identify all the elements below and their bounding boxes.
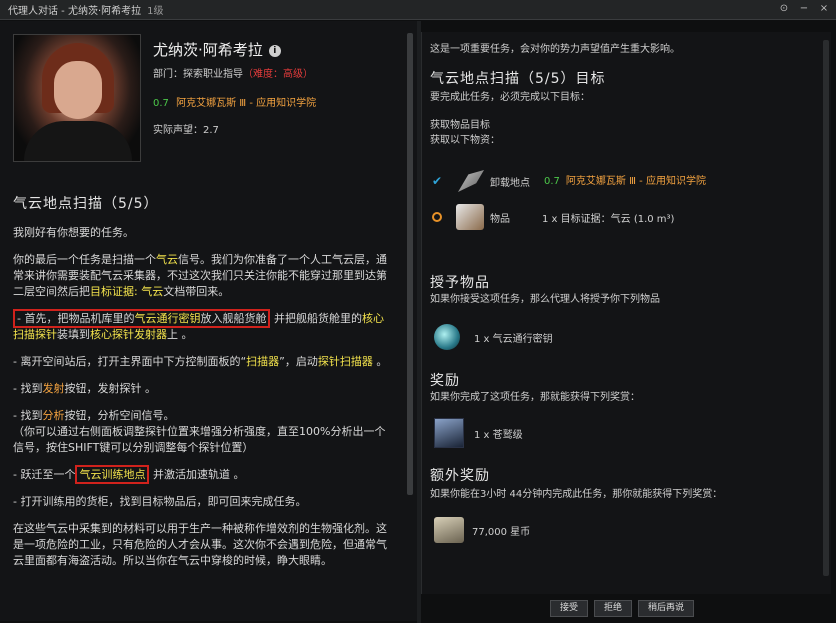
window-title: 代理人对话 - 尤纳茨·阿希考拉 1级 [8,2,164,17]
pending-icon [432,212,442,222]
agent-location: 0.7 阿克艾娜瓦斯 Ⅲ - 应用知识学院 [153,94,316,109]
granted-item-row: 1 x 气云通行密钥 [434,324,553,350]
settings-icon[interactable]: ⊙ [778,3,790,15]
window-titlebar: 代理人对话 - 尤纳茨·阿希考拉 1级 ⊙ − × [0,0,836,20]
granted-items-title: 授予物品 [430,275,490,291]
bonus-rewards-sub: 如果你能在3小时 44分钟内完成此任务，那你就能获得下列奖赏： [430,489,723,500]
mission-step: - 找到分析按钮，分析空间信号。 （你可以通过右侧面板调整探针位置来增强分析强度… [13,409,386,454]
action-buttons: 接受 拒绝 稍后再说 [550,600,695,617]
info-icon[interactable]: i [268,45,281,57]
highlight-box: - 首先，把物品机库里的气云通行密钥放入舰船货舱 [13,309,271,328]
window-title-text: 代理人对话 - 尤纳茨·阿希考拉 [8,6,142,17]
objectives-subtitle: 要完成此任务，必须完成以下目标： [430,92,590,103]
bonus-reward-text: 77,000 星币 [472,526,531,538]
ship-icon[interactable] [434,418,464,448]
bonus-rewards-title: 额外奖励 [430,468,490,484]
accept-button[interactable]: 接受 [550,600,589,617]
mission-step: - 找到发射按钮，发射探针 。 [13,382,156,395]
mission-greeting: 我刚好有你想要的任务。 [13,226,134,239]
importance-note: 这是一项重要任务，会对你的势力声望值产生重大影响。 [430,44,680,55]
mission-paragraph: 你的最后一个任务是扫描一个气云信号。我们为你准备了一个人工气云层，通常来讲你需要… [13,253,387,298]
minimize-icon[interactable]: − [798,3,810,15]
agent-location-link[interactable]: 阿克艾娜瓦斯 Ⅲ - 应用知识学院 [176,98,316,109]
agent-standing: 实际声望：2.7 [153,125,219,136]
mission-briefing-panel: 尤纳茨·阿希考拉 i 部门：探索职业指导（难度：高级） 0.7 阿克艾娜瓦斯 Ⅲ … [0,21,417,621]
objectives-title: 气云地点扫描（5/5）目标 [430,71,606,87]
check-icon: ✔ [431,174,443,188]
rewards-sub: 如果你完成了这项任务，那就能获得下列奖赏： [430,392,640,403]
fetch-objective-sub: 获取以下物资： [430,135,500,146]
bonus-reward-row: 77,000 星币 [434,517,530,543]
later-button[interactable]: 稍后再说 [638,600,695,617]
keyword-link[interactable]: 气云通行密钥 [134,312,200,325]
security-status: 0.7 [153,98,169,109]
dropoff-location-link[interactable]: 阿克艾娜瓦斯 Ⅲ - 应用知识学院 [566,174,731,189]
mission-step: - 离开空间站后，打开主界面中下方控制面板的“扫描器”，启动探针扫描器 。 [13,355,388,368]
key-icon[interactable] [434,324,460,350]
objective-dropoff-row: ✔ 卸载地点 0.7 阿克艾娜瓦斯 Ⅲ - 应用知识学院 [430,166,731,196]
ship-icon [458,170,484,192]
keyword-link[interactable]: 目标证据: 气云 [90,285,163,298]
mission-step: - 打开训练用的货柜，找到目标物品后，即可回来完成任务。 [13,495,307,508]
keyword-link[interactable]: 分析 [42,409,64,422]
right-scrollbar[interactable] [823,40,829,576]
rewards-title: 奖励 [430,373,460,389]
objectives-panel: 这是一项重要任务，会对你的势力声望值产生重大影响。 气云地点扫描（5/5）目标 … [421,32,831,594]
reward-text: 1 x 苍鹫级 [474,429,523,441]
keyword-link[interactable]: 发射 [42,382,64,395]
document-icon[interactable] [456,204,484,230]
keyword-link[interactable]: 扫描器 [246,355,279,368]
mission-title: 气云地点扫描（5/5） [13,196,159,212]
left-scrollbar[interactable] [407,33,413,495]
granted-item-text: 1 x 气云通行密钥 [474,333,553,345]
window-controls: ⊙ − × [778,3,830,15]
agent-dept-text: 部门：探索职业指导 [153,69,243,80]
decline-button[interactable]: 拒绝 [594,600,633,617]
agent-name: 尤纳茨·阿希考拉 i [153,39,281,60]
reward-row: 1 x 苍鹫级 [434,418,523,448]
agent-name-text: 尤纳茨·阿希考拉 [153,41,263,59]
agent-level: 1级 [147,6,164,17]
keyword-link[interactable]: 核心探针发射器 [90,328,167,341]
fetch-objective-title: 获取物品目标 [430,120,490,131]
agent-department: 部门：探索职业指导（难度：高级） [153,65,313,80]
close-icon[interactable]: × [818,3,830,15]
mission-description: 我刚好有你想要的任务。 你的最后一个任务是扫描一个气云信号。我们为你准备了一个人… [13,225,393,580]
agent-portrait[interactable] [13,34,141,162]
keyword-link[interactable]: 气云 [156,253,178,266]
keyword-link[interactable]: 气云训练地点 [75,465,150,484]
isk-icon[interactable] [434,517,464,543]
granted-items-sub: 如果你接受这项任务，那么代理人将授予你下列物品 [430,294,660,305]
mission-lore: 在这些气云中采集到的材料可以用于生产一种被称作增效剂的生物强化剂。这是一项危险的… [13,522,387,567]
dropoff-security: 0.7 [544,175,560,187]
objective-item-row: 物品 1 x 目标证据：气云 (1.0 m³) [430,202,674,232]
mission-step: - 跃迁至一个 气云训练地点 并激活加速轨道 。 [13,465,393,484]
keyword-link[interactable]: 探针扫描器 [318,355,373,368]
dropoff-label: 卸载地点 [490,177,530,189]
mission-step: - 首先，把物品机库里的气云通行密钥放入舰船货舱 并把舰船货舱里的核心扫描探针装… [13,309,393,343]
item-value: 1 x 目标证据：气云 (1.0 m³) [542,213,675,225]
difficulty-label: （难度：高级） [243,69,313,80]
item-label: 物品 [490,213,510,225]
